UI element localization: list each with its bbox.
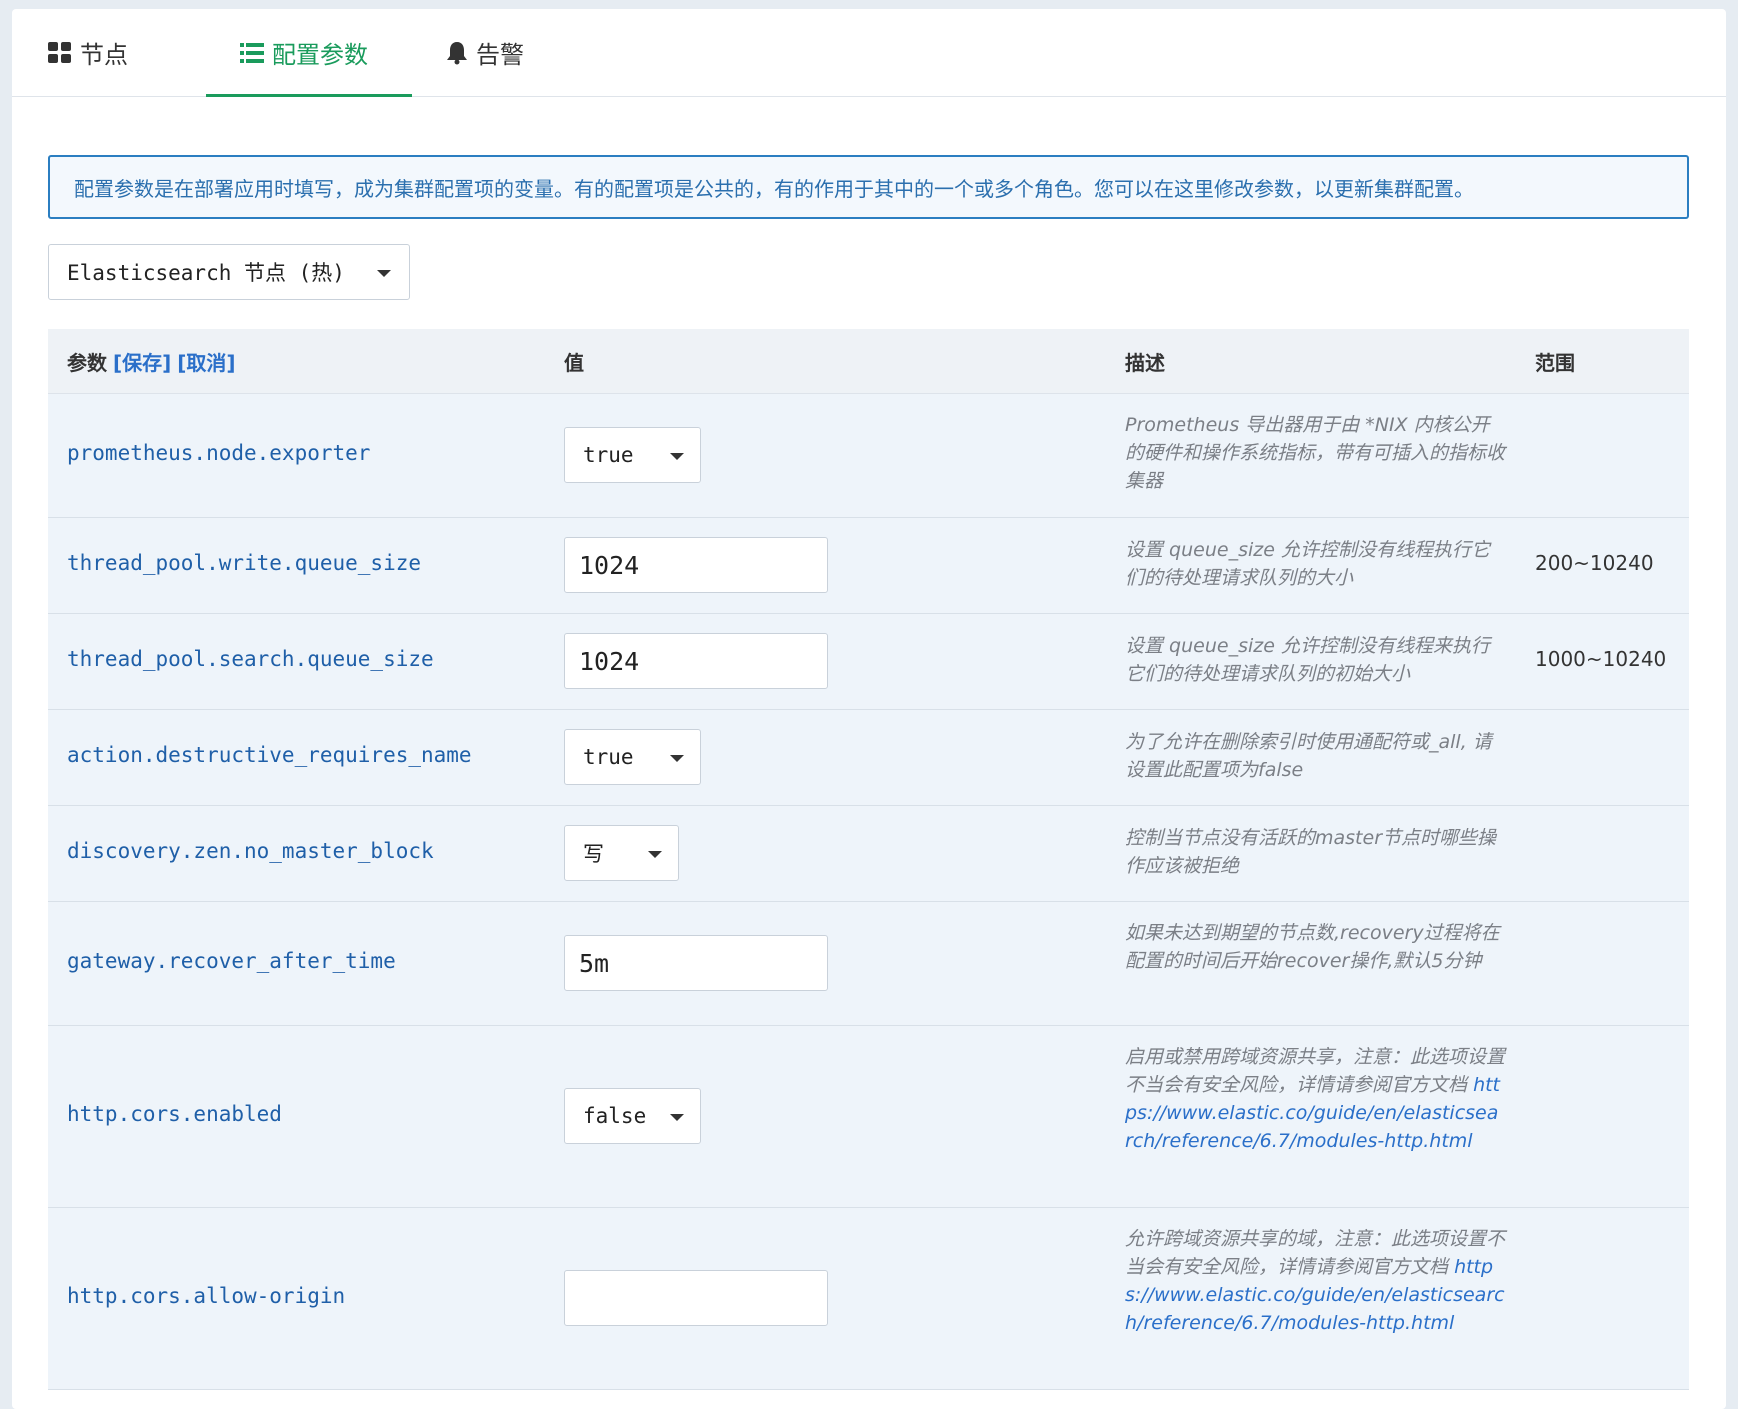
role-select-value: Elasticsearch 节点 (热) [67,261,345,285]
tab-alerts-label: 告警 [476,41,524,69]
info-alert-text: 配置参数是在部署应用时填写，成为集群配置项的变量。有的配置项是公共的，有的作用于… [74,176,1474,201]
param-description: Prometheus 导出器用于由 *NIX 内核公开的硬件和操作系统指标，带有… [1125,414,1506,492]
table-row: http.cors.allow-origin 允许跨域资源共享的域，注意：此选项… [48,1208,1689,1390]
param-name: prometheus.node.exporter [67,441,371,465]
param-description: 设置 queue_size 允许控制没有线程执行它们的待处理请求队列的大小 [1125,539,1490,589]
table-row: gateway.recover_after_time 如果未达到期望的节点数,r… [48,902,1689,1026]
param-description: 启用或禁用跨域资源共享，注意：此选项设置不当会有安全风险，详情请参阅官方文档 h… [1125,1043,1505,1155]
table-row: action.destructive_requires_name true 为了… [48,710,1689,806]
param-name: discovery.zen.no_master_block [67,839,434,863]
header-desc: 描述 [1125,350,1165,375]
tab-config-params-label: 配置参数 [272,41,368,69]
value-select[interactable]: 写 [564,825,679,881]
param-description: 允许跨域资源共享的域，注意：此选项设置不当会有安全风险，详情请参阅官方文档 ht… [1125,1225,1505,1337]
table-row: http.cors.enabled false 启用或禁用跨域资源共享，注意：此… [48,1026,1689,1208]
param-name: http.cors.enabled [67,1102,282,1126]
table-header: 参数 [保存] [取消] 值 描述 范围 [48,329,1689,394]
value-input[interactable] [564,537,828,593]
value-input[interactable] [564,1270,828,1326]
tab-nodes[interactable]: 节点 [12,9,206,96]
grid-icon [48,41,72,64]
header-range: 范围 [1535,350,1575,375]
param-description-text: 启用或禁用跨域资源共享，注意：此选项设置不当会有安全风险，详情请参阅官方文档 [1125,1046,1506,1096]
chevron-down-icon [670,453,684,460]
role-select[interactable]: Elasticsearch 节点 (热) [48,244,410,300]
header-param-label: 参数 [67,350,107,375]
chevron-down-icon [670,755,684,762]
param-description-text: 允许跨域资源共享的域，注意：此选项设置不当会有安全风险，详情请参阅官方文档 [1125,1228,1506,1278]
header-param: 参数 [保存] [取消] [67,329,236,393]
param-description: 设置 queue_size 允许控制没有线程来执行它们的待处理请求队列的初始大小 [1125,635,1490,685]
info-alert: 配置参数是在部署应用时填写，成为集群配置项的变量。有的配置项是公共的，有的作用于… [48,155,1689,219]
table-row: prometheus.node.exporter true Prometheus… [48,394,1689,518]
tab-config-params[interactable]: 配置参数 [206,9,412,97]
chevron-down-icon [377,270,391,277]
param-description: 为了允许在删除索引时使用通配符或_all, 请设置此配置项为false [1125,731,1492,781]
value-select[interactable]: false [564,1088,701,1144]
param-name: action.destructive_requires_name [67,743,472,767]
param-name: thread_pool.search.queue_size [67,647,434,671]
table-row: thread_pool.write.queue_size 设置 queue_si… [48,518,1689,614]
tab-nodes-label: 节点 [80,41,128,69]
cancel-link[interactable]: [取消] [177,347,235,376]
chevron-down-icon [670,1114,684,1121]
value-select-value: false [583,1104,647,1128]
tab-bar: 节点 配置参数 告警 [12,9,1726,97]
value-select-value: 写 [583,842,604,866]
param-name: thread_pool.write.queue_size [67,551,422,575]
value-select-value: true [583,443,634,467]
cluster-config-panel: 节点 配置参数 告警 配置参数是在部署应用时填写，成为集群配置项的变量。有的配置… [12,9,1726,1409]
chevron-down-icon [648,851,662,858]
table-row: discovery.zen.no_master_block 写 控制当节点没有活… [48,806,1689,902]
tab-alerts[interactable]: 告警 [412,9,560,96]
param-name: gateway.recover_after_time [67,949,396,973]
param-range: 200~10240 [1535,551,1654,575]
param-description: 如果未达到期望的节点数,recovery过程将在配置的时间后开始recover操… [1125,922,1500,972]
table-row: thread_pool.search.queue_size 设置 queue_s… [48,614,1689,710]
value-input[interactable] [564,633,828,689]
param-range: 1000~10240 [1535,647,1667,671]
value-select[interactable]: true [564,427,701,483]
value-select-value: true [583,745,634,769]
bell-icon [446,41,468,65]
param-name: http.cors.allow-origin [67,1284,346,1308]
save-link[interactable]: [保存] [113,347,171,376]
value-select[interactable]: true [564,729,701,785]
header-value: 值 [564,350,584,375]
value-input[interactable] [564,935,828,991]
list-icon [240,42,264,64]
param-description: 控制当节点没有活跃的master节点时哪些操作应该被拒绝 [1125,827,1497,877]
config-table: 参数 [保存] [取消] 值 描述 范围 prometheus.node.exp… [48,329,1689,1390]
